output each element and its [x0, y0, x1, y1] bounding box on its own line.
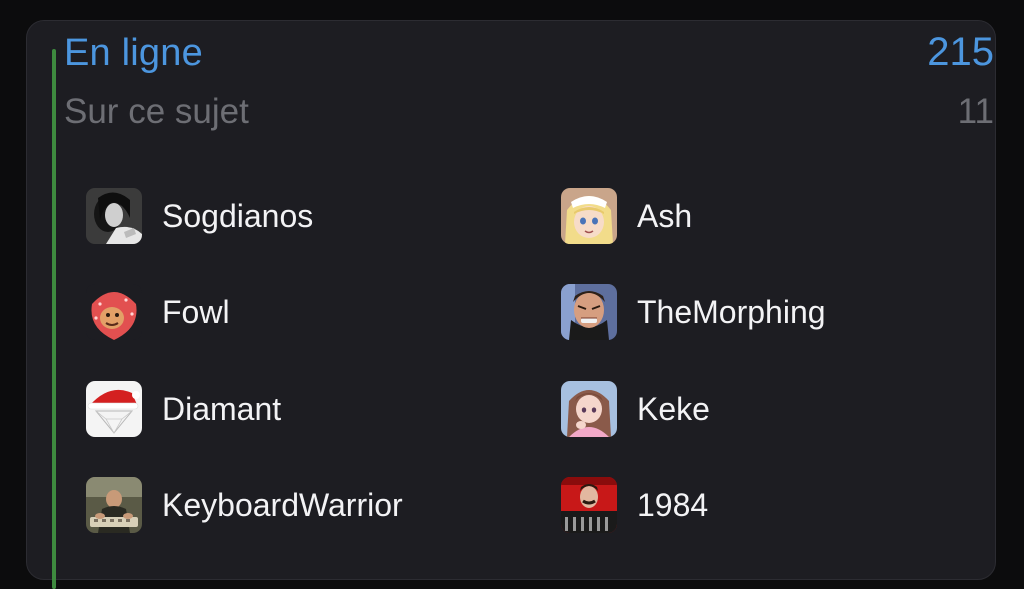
- anime-pink-girl-avatar[interactable]: [561, 381, 617, 437]
- user-item-diamant[interactable]: Diamant: [86, 380, 281, 438]
- man-typing-avatar[interactable]: [86, 477, 142, 533]
- user-item-fowl[interactable]: Fowl: [86, 283, 230, 341]
- user-item-keke[interactable]: Keke: [561, 380, 710, 438]
- topic-header: Sur ce sujet 11: [64, 92, 994, 132]
- red-poster-avatar[interactable]: [561, 477, 617, 533]
- username[interactable]: Keke: [637, 391, 710, 428]
- grimacing-man-avatar[interactable]: [561, 284, 617, 340]
- bw-portrait-avatar[interactable]: [86, 188, 142, 244]
- username[interactable]: TheMorphing: [637, 294, 826, 331]
- topic-count: 11: [957, 92, 994, 131]
- user-item-1984[interactable]: 1984: [561, 476, 708, 534]
- user-item-sogdianos[interactable]: Sogdianos: [86, 187, 313, 245]
- online-title: En ligne: [64, 32, 203, 74]
- online-header: En ligne 215: [64, 30, 994, 75]
- username[interactable]: KeyboardWarrior: [162, 487, 403, 524]
- accent-bar: [52, 49, 56, 589]
- username[interactable]: Ash: [637, 198, 692, 235]
- topic-subtitle: Sur ce sujet: [64, 92, 249, 131]
- anime-blonde-girl-avatar[interactable]: [561, 188, 617, 244]
- username[interactable]: Sogdianos: [162, 198, 313, 235]
- username[interactable]: 1984: [637, 487, 708, 524]
- strawberry-face-avatar[interactable]: [86, 284, 142, 340]
- username[interactable]: Diamant: [162, 391, 281, 428]
- user-item-themorphing[interactable]: TheMorphing: [561, 283, 826, 341]
- santa-hat-diamond-avatar[interactable]: [86, 381, 142, 437]
- online-count: 215: [927, 30, 994, 74]
- username[interactable]: Fowl: [162, 294, 230, 331]
- user-item-keyboardwarrior[interactable]: KeyboardWarrior: [86, 476, 403, 534]
- user-item-ash[interactable]: Ash: [561, 187, 692, 245]
